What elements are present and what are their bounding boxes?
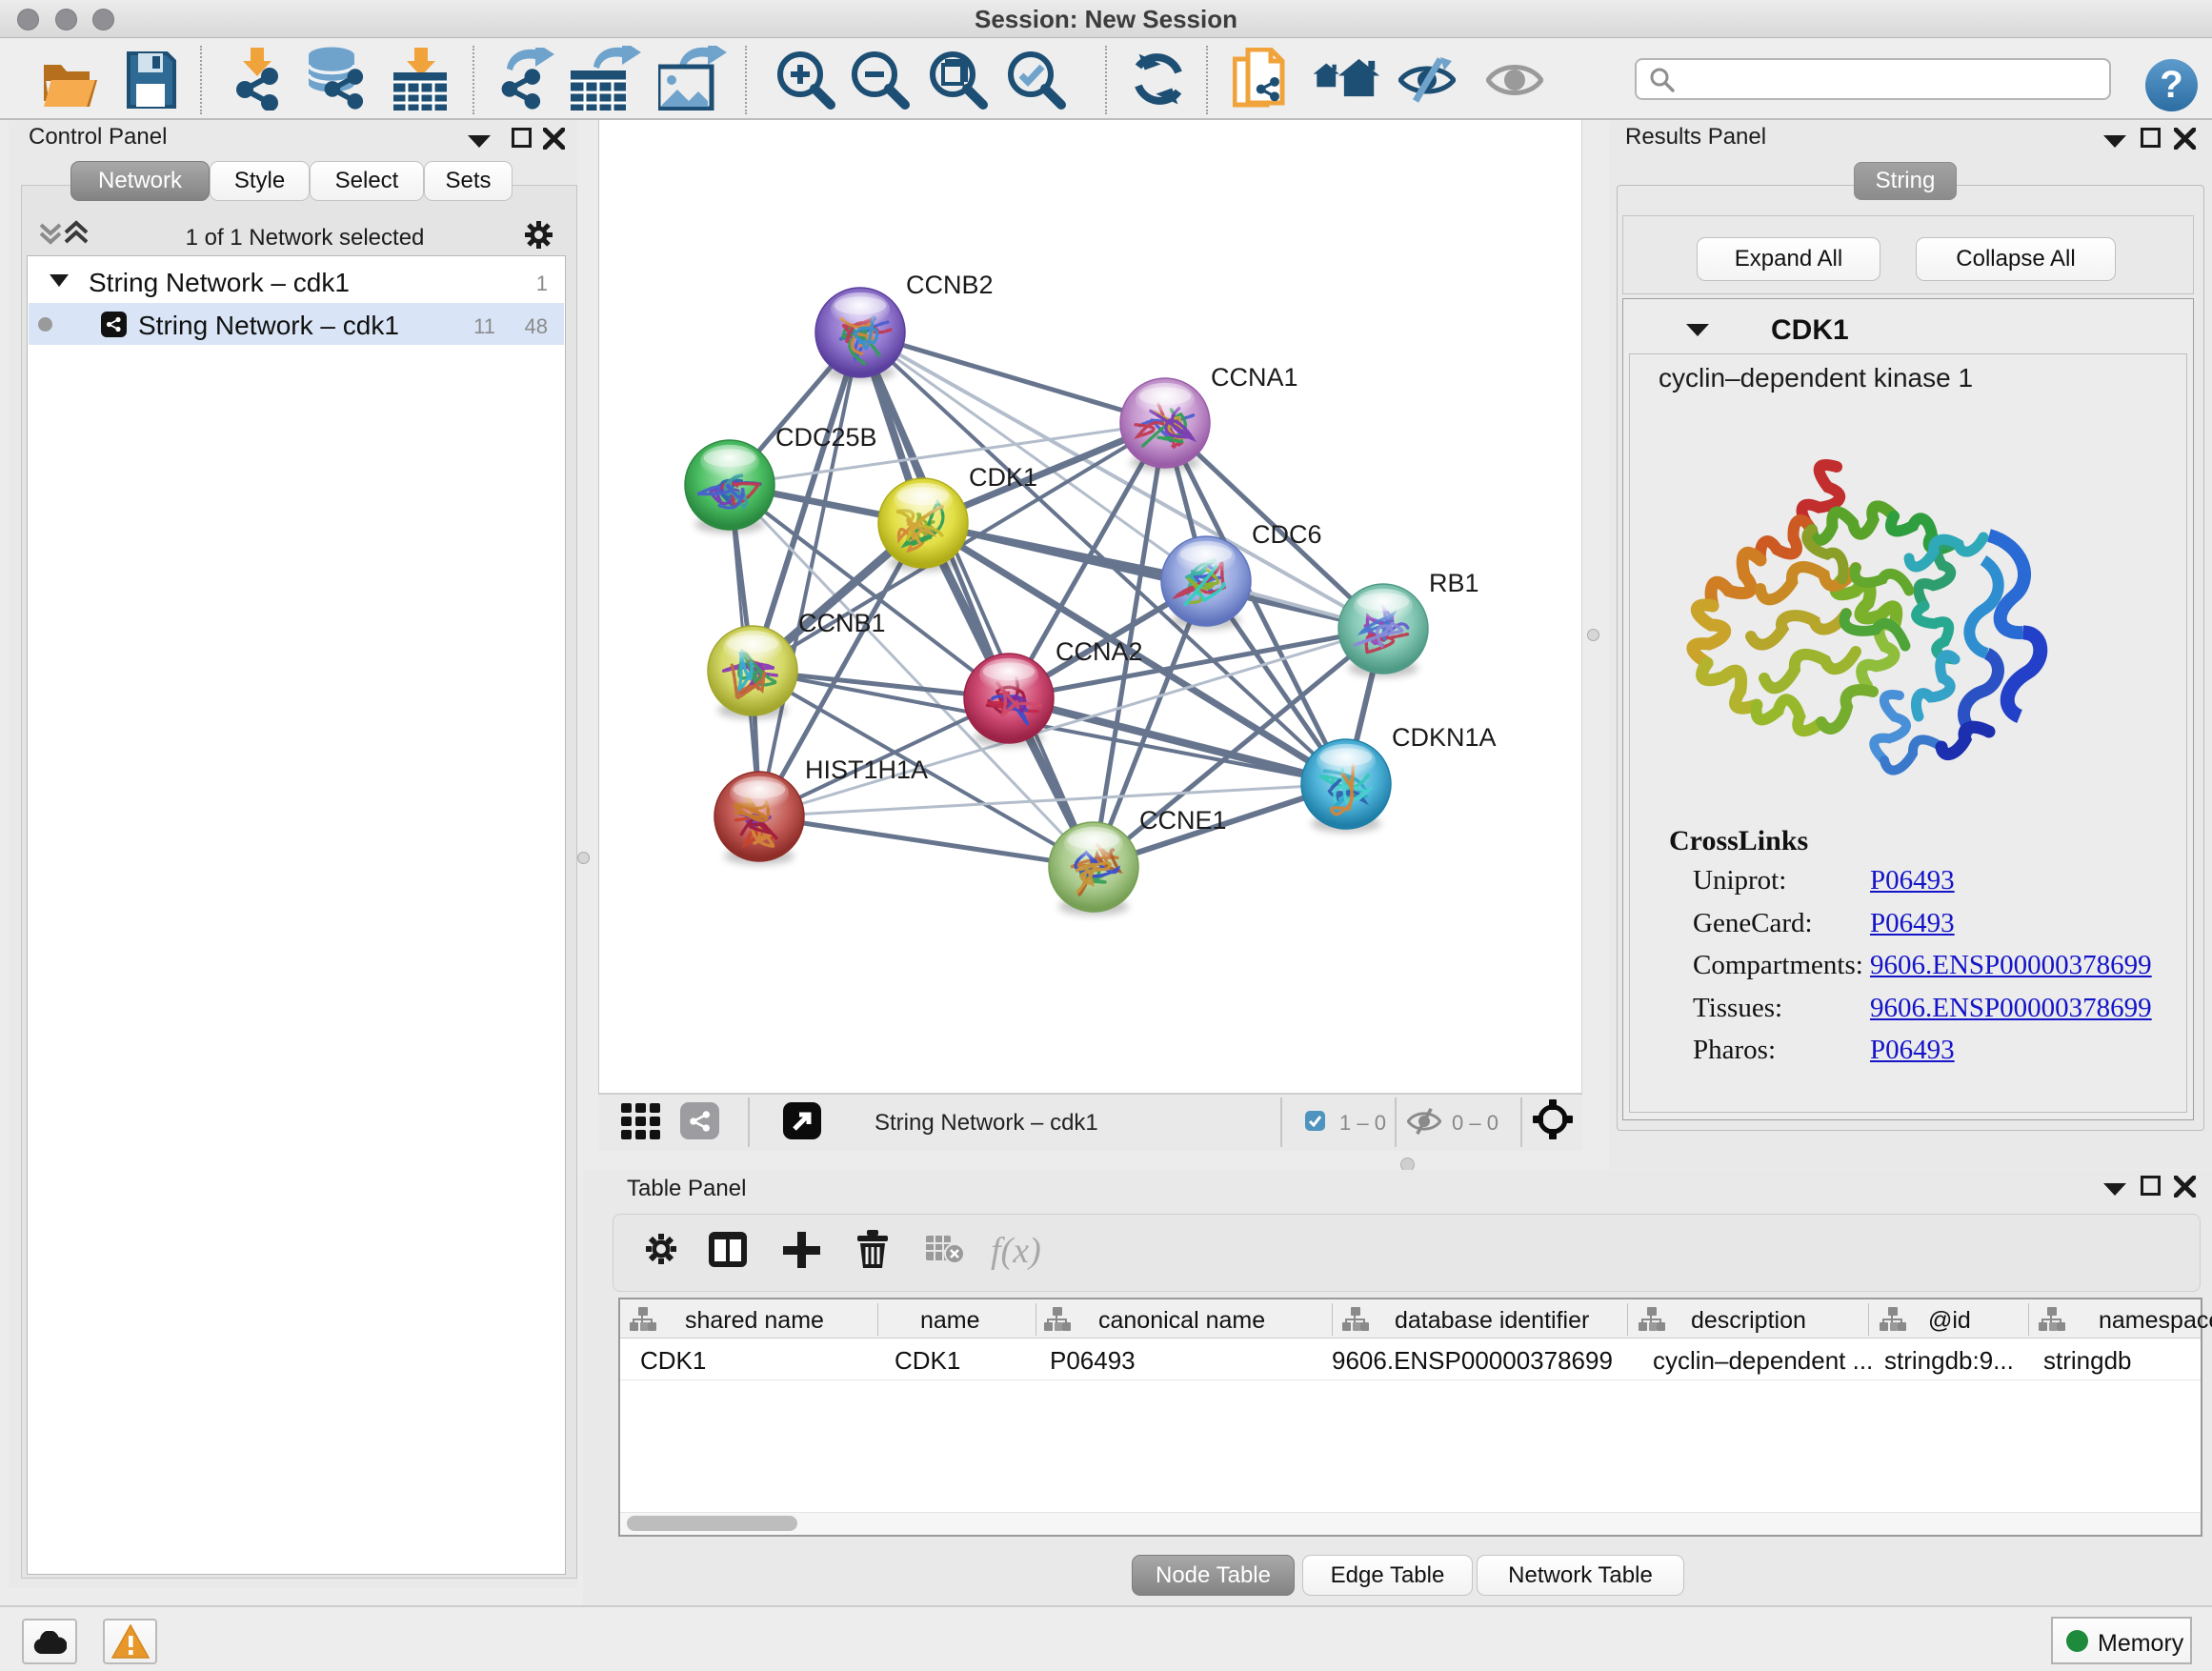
svg-text:HIST1H1A: HIST1H1A: [805, 755, 928, 784]
svg-text:CCNA2: CCNA2: [1056, 637, 1143, 666]
svg-text:CDC25B: CDC25B: [775, 423, 877, 452]
svg-text:CDKN1A: CDKN1A: [1392, 723, 1497, 752]
svg-text:CCNE1: CCNE1: [1139, 806, 1227, 835]
svg-text:CDK1: CDK1: [969, 463, 1037, 492]
svg-text:CCNB1: CCNB1: [798, 609, 886, 637]
svg-text:CCNA1: CCNA1: [1211, 363, 1298, 392]
svg-text:CDC6: CDC6: [1252, 520, 1322, 549]
svg-text:RB1: RB1: [1429, 569, 1479, 597]
svg-text:CCNB2: CCNB2: [906, 271, 994, 299]
